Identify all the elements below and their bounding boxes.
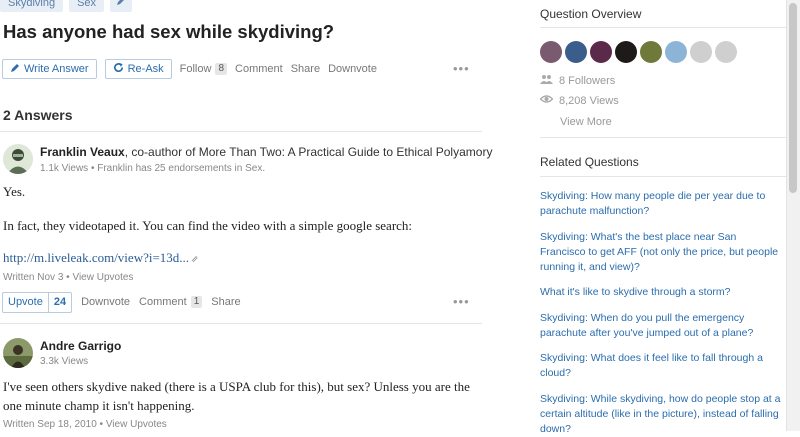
answer-author: Franklin Veaux, co-author of More Than T…	[40, 145, 492, 159]
scrollbar-thumb[interactable]	[789, 3, 797, 193]
eye-icon	[539, 94, 554, 107]
divider	[540, 176, 786, 177]
answer-written-date[interactable]: Written Nov 3 • View Upvotes	[3, 272, 133, 283]
related-question-link[interactable]: Skydiving: When do you pull the emergenc…	[540, 311, 784, 341]
views-count: 8,208 Views	[559, 94, 619, 107]
avatar[interactable]	[640, 41, 662, 63]
avatar[interactable]	[615, 41, 637, 63]
related-question-link[interactable]: Skydiving: How many people die per year …	[540, 189, 784, 219]
answer-paragraph: In fact, they videotaped it. You can fin…	[3, 218, 413, 233]
related-question-link[interactable]: Skydiving: What's the best place near Sa…	[540, 230, 784, 275]
re-ask-label: Re-Ask	[127, 63, 164, 75]
upvote-count: 24	[47, 292, 71, 312]
answer-share-link[interactable]: Share	[211, 296, 240, 308]
downvote-link[interactable]: Downvote	[328, 63, 377, 75]
re-ask-button[interactable]: Re-Ask	[104, 59, 172, 79]
topic-tag-skydiving[interactable]: Skydiving	[0, 0, 64, 12]
upvote-label: Upvote	[8, 296, 43, 308]
answer-author: Andre Garrigo	[40, 339, 121, 353]
answer-written-date[interactable]: Written Sep 18, 2010 • View Upvotes	[3, 419, 167, 430]
answer-line: one minute champ it isn't happening.	[3, 398, 195, 413]
question-title: Has anyone had sex while skydiving?	[3, 21, 335, 42]
share-link[interactable]: Share	[291, 63, 320, 75]
divider	[540, 137, 786, 138]
avatar[interactable]	[665, 41, 687, 63]
followers-count: 8 Followers	[559, 74, 616, 87]
avatar[interactable]	[690, 41, 712, 63]
follow-count: 8	[215, 63, 228, 75]
view-more-link[interactable]: View More	[560, 116, 612, 128]
related-question-link[interactable]: Skydiving: What does it feel like to fal…	[540, 351, 784, 381]
author-credential: , co-author of More Than Two: A Practica…	[124, 145, 493, 159]
comment-link[interactable]: Comment	[235, 63, 283, 75]
question-main: Skydiving Sex Has anyone had sex while s…	[0, 0, 492, 431]
divider	[540, 27, 786, 28]
answer-meta: 1.1k Views • Franklin has 25 endorsement…	[40, 163, 266, 174]
views-stat: 8,208 Views	[539, 94, 619, 107]
external-link-icon: ⇗	[191, 254, 199, 264]
answer-external-link[interactable]: http://m.liveleak.com/view?i=13d... ⇗	[3, 250, 199, 266]
avatar[interactable]	[540, 41, 562, 63]
question-actions: Write Answer Re-Ask Follow 8 Comment Sha…	[2, 58, 377, 80]
sidebar: Question Overview 8 Followers 8,208 View…	[539, 0, 786, 435]
avatar[interactable]	[590, 41, 612, 63]
question-more-menu-icon[interactable]: •••	[453, 61, 470, 76]
related-questions-heading: Related Questions	[540, 155, 639, 169]
related-question-link[interactable]: Skydiving: While skydiving, how do peopl…	[540, 392, 784, 437]
refresh-icon	[113, 62, 124, 76]
pencil-icon	[10, 63, 20, 76]
divider	[0, 323, 482, 324]
write-answer-label: Write Answer	[24, 63, 89, 75]
topic-tags: Skydiving Sex	[0, 0, 133, 12]
follow-button[interactable]: Follow 8	[179, 63, 228, 75]
answer-meta: 3.3k Views	[40, 356, 89, 367]
answer-link-text: http://m.liveleak.com/view?i=13d...	[3, 250, 190, 265]
answer-actions: Upvote 24 Downvote Comment 1 Share	[2, 291, 241, 313]
avatar[interactable]	[3, 338, 33, 368]
comment-label: Comment	[139, 296, 187, 308]
follow-label: Follow	[179, 63, 212, 75]
question-overview-heading: Question Overview	[540, 7, 642, 21]
topic-tag-sex[interactable]: Sex	[69, 0, 105, 12]
author-name[interactable]: Andre Garrigo	[40, 339, 121, 353]
divider	[0, 131, 482, 132]
follower-avatars	[540, 41, 737, 63]
answers-heading: 2 Answers	[3, 107, 73, 123]
answer-line: I've seen others skydive naked (there is…	[3, 379, 470, 394]
write-answer-button[interactable]: Write Answer	[2, 59, 97, 79]
author-name[interactable]: Franklin Veaux	[40, 145, 125, 159]
answer-downvote-link[interactable]: Downvote	[81, 296, 130, 308]
upvote-button[interactable]: Upvote 24	[2, 291, 73, 313]
followers-stat[interactable]: 8 Followers	[540, 74, 615, 87]
people-icon	[540, 74, 553, 87]
vertical-scrollbar[interactable]	[786, 0, 800, 431]
avatar[interactable]	[3, 144, 33, 174]
avatar[interactable]	[715, 41, 737, 63]
avatar[interactable]	[565, 41, 587, 63]
answer-comment-button[interactable]: Comment 1	[139, 296, 203, 308]
related-question-link[interactable]: What it's like to skydive through a stor…	[540, 285, 784, 300]
answer-more-menu-icon[interactable]: •••	[453, 294, 470, 309]
comment-count: 1	[190, 296, 203, 308]
answer-paragraph: Yes.	[3, 184, 26, 199]
edit-topics-pencil-icon[interactable]	[110, 0, 133, 12]
